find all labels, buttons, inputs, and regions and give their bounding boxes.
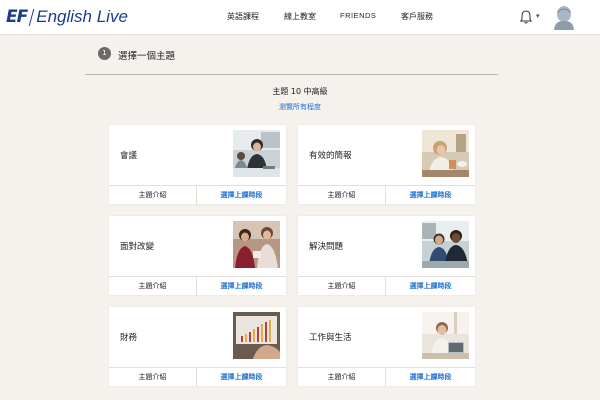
level-label: 主題 10 中高級 — [272, 87, 328, 96]
topic-card: 面對改變 主題介紹 選擇上課時段 — [109, 216, 286, 296]
topic-card-header[interactable]: 工作與生活 — [298, 307, 475, 367]
topic-card-actions: 主題介紹 選擇上課時段 — [109, 367, 286, 387]
nav-item-online-classroom[interactable]: 線上教室 — [284, 11, 316, 22]
topic-card-actions: 主題介紹 選擇上課時段 — [298, 276, 475, 296]
topic-card-header[interactable]: 解決問題 — [298, 216, 475, 276]
step-number-badge: 1 — [98, 47, 111, 60]
problem-solving-photo — [422, 221, 469, 268]
topic-title: 解決問題 — [309, 242, 344, 252]
user-avatar-icon[interactable] — [553, 5, 575, 30]
choose-class-time-button[interactable]: 選擇上課時段 — [386, 368, 475, 387]
topic-card-actions: 主題介紹 選擇上課時段 — [298, 367, 475, 387]
choose-class-time-button[interactable]: 選擇上課時段 — [386, 186, 475, 205]
topic-card: 會議 主題介紹 選擇上課時段 — [109, 125, 286, 205]
bell-icon[interactable] — [519, 9, 533, 25]
browse-all-levels-link[interactable]: 瀏覽所有程度 — [0, 102, 600, 112]
nav-item-courses[interactable]: 英語課程 — [227, 11, 259, 22]
presentation-photo — [422, 130, 469, 177]
topic-card: 工作與生活 主題介紹 選擇上課時段 — [298, 307, 475, 387]
topic-intro-button[interactable]: 主題介紹 — [109, 368, 197, 387]
topic-intro-button[interactable]: 主題介紹 — [298, 186, 386, 205]
choose-class-time-button[interactable]: 選擇上課時段 — [197, 277, 286, 296]
chevron-down-icon[interactable]: ▾ — [536, 12, 540, 20]
choose-class-time-button[interactable]: 選擇上課時段 — [197, 368, 286, 387]
topic-intro-button[interactable]: 主題介紹 — [109, 277, 197, 296]
topic-card-header[interactable]: 有效的簡報 — [298, 125, 475, 185]
work-life-photo — [422, 312, 469, 359]
finance-photo — [233, 312, 280, 359]
nav-item-friends[interactable]: FRIENDS — [340, 11, 376, 20]
logo-mark: EF — [6, 7, 28, 27]
top-bar: EF English Live 英語課程 線上教室 FRIENDS 客戶服務 ▾ — [0, 0, 600, 35]
topic-card-actions: 主題介紹 選擇上課時段 — [109, 185, 286, 205]
choose-class-time-button[interactable]: 選擇上課時段 — [386, 277, 475, 296]
topic-title: 財務 — [120, 333, 138, 343]
topic-intro-button[interactable]: 主題介紹 — [298, 368, 386, 387]
topic-card: 有效的簡報 主題介紹 選擇上課時段 — [298, 125, 475, 205]
topic-card-actions: 主題介紹 選擇上課時段 — [298, 185, 475, 205]
logo-divider — [28, 8, 35, 26]
topic-card: 解決問題 主題介紹 選擇上課時段 — [298, 216, 475, 296]
topic-title: 面對改變 — [120, 242, 155, 252]
topic-card-actions: 主題介紹 選擇上課時段 — [109, 276, 286, 296]
nav-item-customer-service[interactable]: 客戶服務 — [401, 11, 433, 22]
topic-card-header[interactable]: 財務 — [109, 307, 286, 367]
topic-intro-button[interactable]: 主題介紹 — [109, 186, 197, 205]
choose-class-time-button[interactable]: 選擇上課時段 — [197, 186, 286, 205]
logo-text: English Live — [36, 7, 128, 26]
topic-card-header[interactable]: 面對改變 — [109, 216, 286, 276]
topic-title: 工作與生活 — [309, 333, 352, 343]
topic-card-header[interactable]: 會議 — [109, 125, 286, 185]
section-title: 選擇一個主題 — [118, 51, 176, 62]
ef-english-live-logo[interactable]: EF English Live — [6, 6, 128, 28]
topic-title: 有效的簡報 — [309, 151, 352, 161]
topic-card: 財務 主題介紹 選擇上課時段 — [109, 307, 286, 387]
section-heading: 1 選擇一個主題 — [85, 35, 498, 75]
meeting-photo — [233, 130, 280, 177]
facing-change-photo — [233, 221, 280, 268]
topic-title: 會議 — [120, 151, 138, 161]
topic-intro-button[interactable]: 主題介紹 — [298, 277, 386, 296]
